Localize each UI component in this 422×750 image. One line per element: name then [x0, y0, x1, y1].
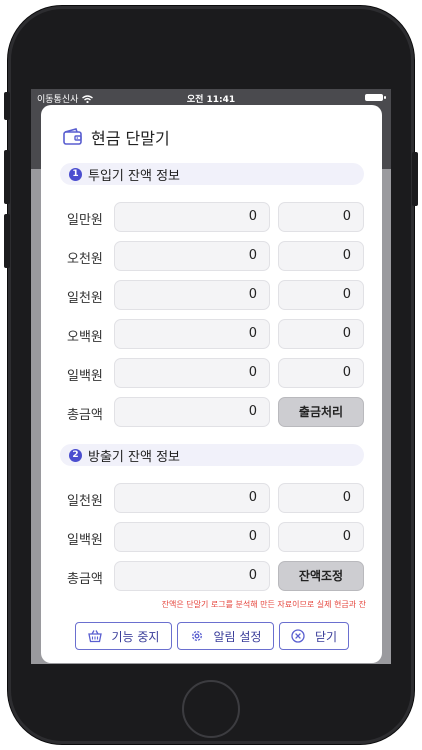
amount-field[interactable]: 0: [114, 202, 270, 232]
row-label: 오천원: [67, 252, 103, 267]
amount-field[interactable]: 0: [114, 280, 270, 310]
status-time: 오전 11:41: [186, 95, 236, 105]
gear-icon: [191, 631, 202, 641]
section-number-badge: 1: [69, 167, 82, 181]
balance-row-10000: 일만원 0 0: [41, 202, 382, 232]
row-label: 일천원: [67, 291, 103, 306]
total-row-input: 총금액 0 출금처리: [41, 397, 382, 427]
balance-row-1000: 일천원 0 0: [41, 280, 382, 310]
close-button[interactable]: 닫기: [279, 622, 349, 650]
balance-notice: 잔액은 단말기 로그를 분석해 만든 자료이므로 실제 현금과 잔: [161, 600, 366, 609]
wallet-icon: [63, 128, 82, 145]
row-label: 일만원: [67, 213, 103, 228]
dispense-row-100: 일백원 0 0: [41, 522, 382, 552]
total-amount-field[interactable]: 0: [114, 397, 270, 427]
modal-header: 현금 단말기: [63, 125, 170, 149]
cash-terminal-modal: 현금 단말기 1 투입기 잔액 정보 일만원 0 0 오천원 0 0 일천원 0…: [41, 105, 382, 663]
volume-down-button: [4, 214, 10, 268]
count-field[interactable]: 0: [278, 522, 364, 552]
count-field[interactable]: 0: [278, 280, 364, 310]
modal-title: 현금 단말기: [91, 129, 170, 148]
alert-settings-button[interactable]: 알림 설정: [177, 622, 274, 650]
count-field[interactable]: 0: [278, 358, 364, 388]
status-bar: 이동통신사 오전 11:41: [31, 89, 391, 106]
total-label: 총금액: [67, 572, 103, 587]
power-button: [412, 152, 418, 206]
dispense-row-1000: 일천원 0 0: [41, 483, 382, 513]
amount-field[interactable]: 0: [114, 358, 270, 388]
row-label: 일백원: [67, 369, 103, 384]
total-label: 총금액: [67, 408, 103, 423]
total-amount-field[interactable]: 0: [114, 561, 270, 591]
balance-row-500: 오백원 0 0: [41, 319, 382, 349]
screen: 이동통신사 오전 11:41 현금 단말기 1 투입기 잔액 정보 일만원 0 …: [31, 89, 391, 664]
count-field[interactable]: 0: [278, 241, 364, 271]
alert-settings-label: 알림 설정: [213, 629, 262, 644]
total-row-output: 총금액 0 잔액조정: [41, 561, 382, 591]
home-button[interactable]: [182, 680, 240, 738]
close-circle-icon: [291, 629, 305, 643]
row-label: 일천원: [67, 494, 103, 509]
amount-field[interactable]: 0: [114, 483, 270, 513]
withdraw-button[interactable]: 출금처리: [278, 397, 364, 427]
row-label: 일백원: [67, 533, 103, 548]
balance-row-5000: 오천원 0 0: [41, 241, 382, 271]
amount-field[interactable]: 0: [114, 319, 270, 349]
battery-icon: [365, 94, 386, 101]
stop-function-button[interactable]: 기능 중지: [75, 622, 172, 650]
section-number-badge: 2: [69, 448, 82, 462]
stop-function-label: 기능 중지: [111, 629, 160, 644]
section-header-input-balance: 1 투입기 잔액 정보: [60, 163, 364, 185]
close-label: 닫기: [314, 629, 338, 644]
count-field[interactable]: 0: [278, 483, 364, 513]
section-title: 방출기 잔액 정보: [88, 449, 180, 465]
section-header-output-balance: 2 방출기 잔액 정보: [60, 444, 364, 466]
amount-field[interactable]: 0: [114, 522, 270, 552]
mute-switch: [4, 92, 10, 120]
basket-icon: [87, 630, 102, 643]
balance-row-100: 일백원 0 0: [41, 358, 382, 388]
volume-up-button: [4, 150, 10, 204]
adjust-balance-button[interactable]: 잔액조정: [278, 561, 364, 591]
row-label: 오백원: [67, 330, 103, 345]
amount-field[interactable]: 0: [114, 241, 270, 271]
section-title: 투입기 잔액 정보: [88, 168, 180, 184]
count-field[interactable]: 0: [278, 202, 364, 232]
count-field[interactable]: 0: [278, 319, 364, 349]
